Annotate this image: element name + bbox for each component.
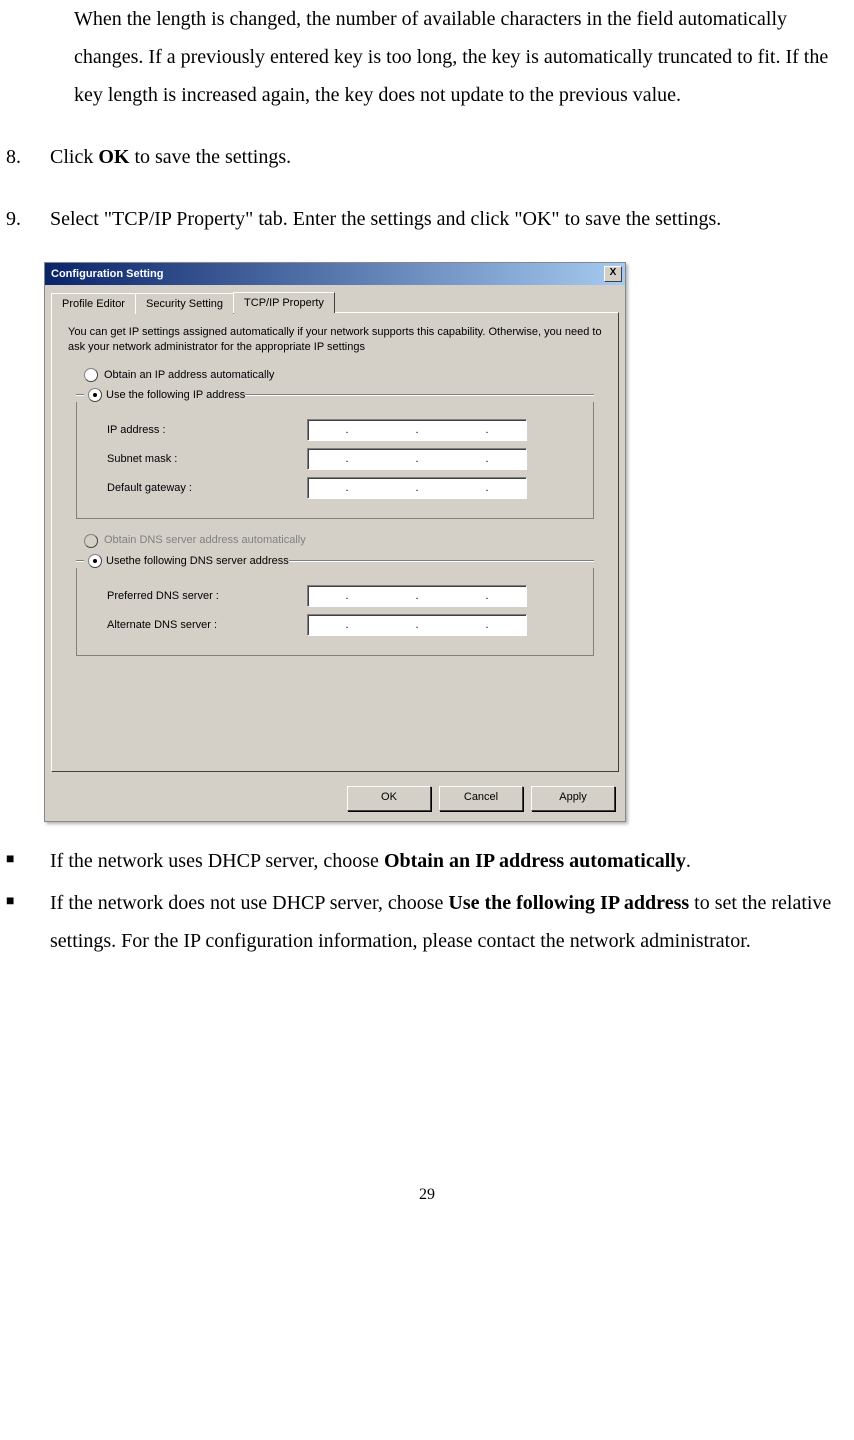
input-preferred-dns[interactable]: ... — [307, 585, 527, 607]
step-8: 8. Click OK to save the settings. — [0, 138, 854, 176]
text: If the network uses DHCP server, choose — [50, 850, 384, 872]
bold-obtain-ip: Obtain an IP address automatically — [384, 850, 686, 872]
tab-profile-editor[interactable]: Profile Editor — [51, 293, 136, 314]
text: to save the settings. — [129, 146, 291, 168]
group-legend-ip: Use the following IP address — [76, 388, 594, 402]
radio-label-use-dns[interactable]: Usethe following DNS server address — [106, 554, 289, 568]
radio-obtain-dns: Obtain DNS server address automatically — [84, 533, 602, 547]
label-default-gateway: Default gateway : — [107, 481, 307, 495]
text: Click — [50, 146, 98, 168]
bold-use-ip: Use the following IP address — [448, 892, 689, 914]
bullet-icon: ■ — [0, 842, 50, 880]
group-dns-settings: Preferred DNS server : ... Alternate DNS… — [76, 568, 594, 656]
radio-icon — [84, 368, 98, 382]
label-preferred-dns: Preferred DNS server : — [107, 589, 307, 603]
field-alternate-dns: Alternate DNS server : ... — [107, 614, 581, 636]
configuration-setting-dialog: Configuration Setting X Profile Editor S… — [44, 262, 626, 822]
bold-ok: OK — [98, 146, 129, 168]
group-ip-settings: IP address : ... Subnet mask : ... Defau… — [76, 402, 594, 519]
step-text: Select "TCP/IP Property" tab. Enter the … — [50, 200, 854, 238]
label-ip-address: IP address : — [107, 423, 307, 437]
radio-icon — [84, 534, 98, 548]
tab-row: Profile Editor Security Setting TCP/IP P… — [45, 285, 625, 312]
close-button[interactable]: X — [604, 266, 622, 282]
label-subnet-mask: Subnet mask : — [107, 452, 307, 466]
bullet-no-dhcp: ■ If the network does not use DHCP serve… — [0, 884, 854, 960]
apply-button[interactable]: Apply — [531, 786, 615, 811]
step-text: Click OK to save the settings. — [50, 138, 854, 176]
cancel-button[interactable]: Cancel — [439, 786, 523, 811]
text: If the network does not use DHCP server,… — [50, 892, 448, 914]
bullet-icon: ■ — [0, 884, 50, 960]
titlebar: Configuration Setting X — [45, 263, 625, 285]
label-alternate-dns: Alternate DNS server : — [107, 618, 307, 632]
step-number: 9. — [0, 200, 50, 238]
tab-tcpip-property[interactable]: TCP/IP Property — [233, 292, 335, 313]
bullet-text: If the network uses DHCP server, choose … — [50, 842, 854, 880]
radio-label: Obtain DNS server address automatically — [104, 533, 306, 547]
input-default-gateway[interactable]: ... — [307, 477, 527, 499]
radio-label-use-ip[interactable]: Use the following IP address — [106, 388, 245, 402]
description-text: You can get IP settings assigned automat… — [68, 325, 602, 354]
field-subnet-mask: Subnet mask : ... — [107, 448, 581, 470]
radio-obtain-ip[interactable]: Obtain an IP address automatically — [84, 368, 602, 382]
bullet-text: If the network does not use DHCP server,… — [50, 884, 854, 960]
input-ip-address[interactable]: ... — [307, 419, 527, 441]
dialog-buttons: OK Cancel Apply — [45, 778, 625, 821]
radio-label: Obtain an IP address automatically — [104, 368, 274, 382]
text: . — [686, 850, 691, 872]
field-ip-address: IP address : ... — [107, 419, 581, 441]
radio-icon[interactable] — [88, 554, 102, 568]
tab-body: You can get IP settings assigned automat… — [51, 312, 619, 772]
field-preferred-dns: Preferred DNS server : ... — [107, 585, 581, 607]
radio-icon[interactable] — [88, 388, 102, 402]
field-default-gateway: Default gateway : ... — [107, 477, 581, 499]
dialog-title: Configuration Setting — [51, 267, 163, 281]
bullet-dhcp: ■ If the network uses DHCP server, choos… — [0, 842, 854, 880]
input-alternate-dns[interactable]: ... — [307, 614, 527, 636]
ok-button[interactable]: OK — [347, 786, 431, 811]
step-number: 8. — [0, 138, 50, 176]
step-9: 9. Select "TCP/IP Property" tab. Enter t… — [0, 200, 854, 238]
group-legend-dns: Usethe following DNS server address — [76, 554, 594, 568]
tab-security-setting[interactable]: Security Setting — [135, 293, 234, 314]
page-number: 29 — [0, 1180, 854, 1210]
input-subnet-mask[interactable]: ... — [307, 448, 527, 470]
paragraph-key-length: When the length is changed, the number o… — [74, 0, 854, 114]
